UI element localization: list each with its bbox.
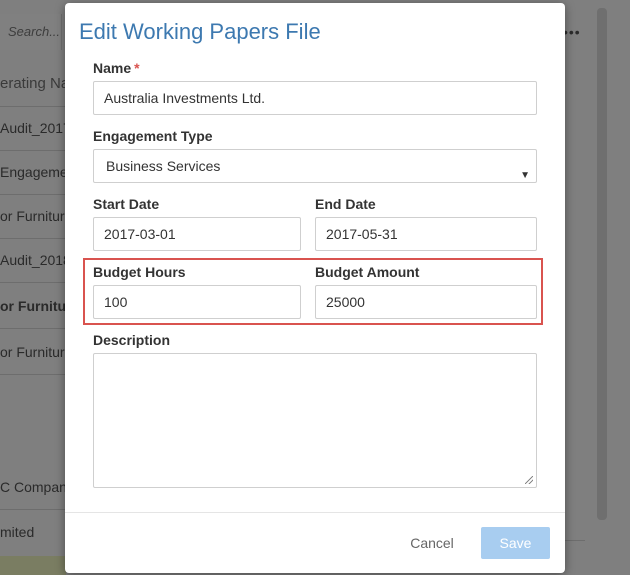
budget-amount-label: Budget Amount xyxy=(315,264,420,280)
background-divider xyxy=(565,540,585,541)
background-list-item[interactable]: or Furnitur xyxy=(0,284,66,329)
engagement-type-select[interactable]: Business Services ▼ xyxy=(93,149,537,183)
background-list-item[interactable]: Audit_2018 xyxy=(0,238,66,283)
resize-handle-icon[interactable] xyxy=(525,476,533,484)
start-date-input[interactable] xyxy=(93,217,301,251)
description-label: Description xyxy=(93,332,171,348)
save-button[interactable]: Save xyxy=(481,527,550,559)
background-list-item[interactable]: or Furnitur xyxy=(0,330,66,375)
caret-down-icon: ▼ xyxy=(520,170,530,181)
background-list-item[interactable]: Audit_2017 xyxy=(0,106,66,151)
name-input[interactable] xyxy=(93,81,537,115)
start-date-label: Start Date xyxy=(93,196,160,212)
description-textarea[interactable] xyxy=(93,353,537,488)
background-search-input[interactable]: Search... xyxy=(0,14,62,50)
budget-hours-input[interactable] xyxy=(93,285,301,319)
background-list-item[interactable]: mited xyxy=(0,510,66,554)
background-scrollbar[interactable] xyxy=(597,8,607,520)
background-list-item[interactable]: C Company xyxy=(0,465,66,510)
background-selected-row xyxy=(0,556,66,575)
end-date-input[interactable] xyxy=(315,217,537,251)
dialog-title: Edit Working Papers File xyxy=(79,19,321,44)
cancel-button[interactable]: Cancel xyxy=(399,527,465,559)
end-date-label: End Date xyxy=(315,196,376,212)
required-mark: * xyxy=(134,60,140,76)
edit-working-papers-dialog: Edit Working Papers File Name* Engagemen… xyxy=(65,3,565,573)
engagement-type-value: Business Services xyxy=(106,158,221,174)
footer-divider xyxy=(65,512,565,513)
name-label: Name * xyxy=(93,60,140,76)
budget-hours-label: Budget Hours xyxy=(93,264,186,280)
name-label-text: Name xyxy=(93,60,132,76)
budget-amount-input[interactable] xyxy=(315,285,537,319)
more-options-icon[interactable]: ••• xyxy=(563,24,581,40)
engagement-type-label: Engagement Type xyxy=(93,128,213,144)
background-list-item[interactable]: Engagemen xyxy=(0,150,66,195)
background-list-item[interactable]: or Furnitur xyxy=(0,194,66,239)
background-column-header: erating Na xyxy=(0,62,66,107)
